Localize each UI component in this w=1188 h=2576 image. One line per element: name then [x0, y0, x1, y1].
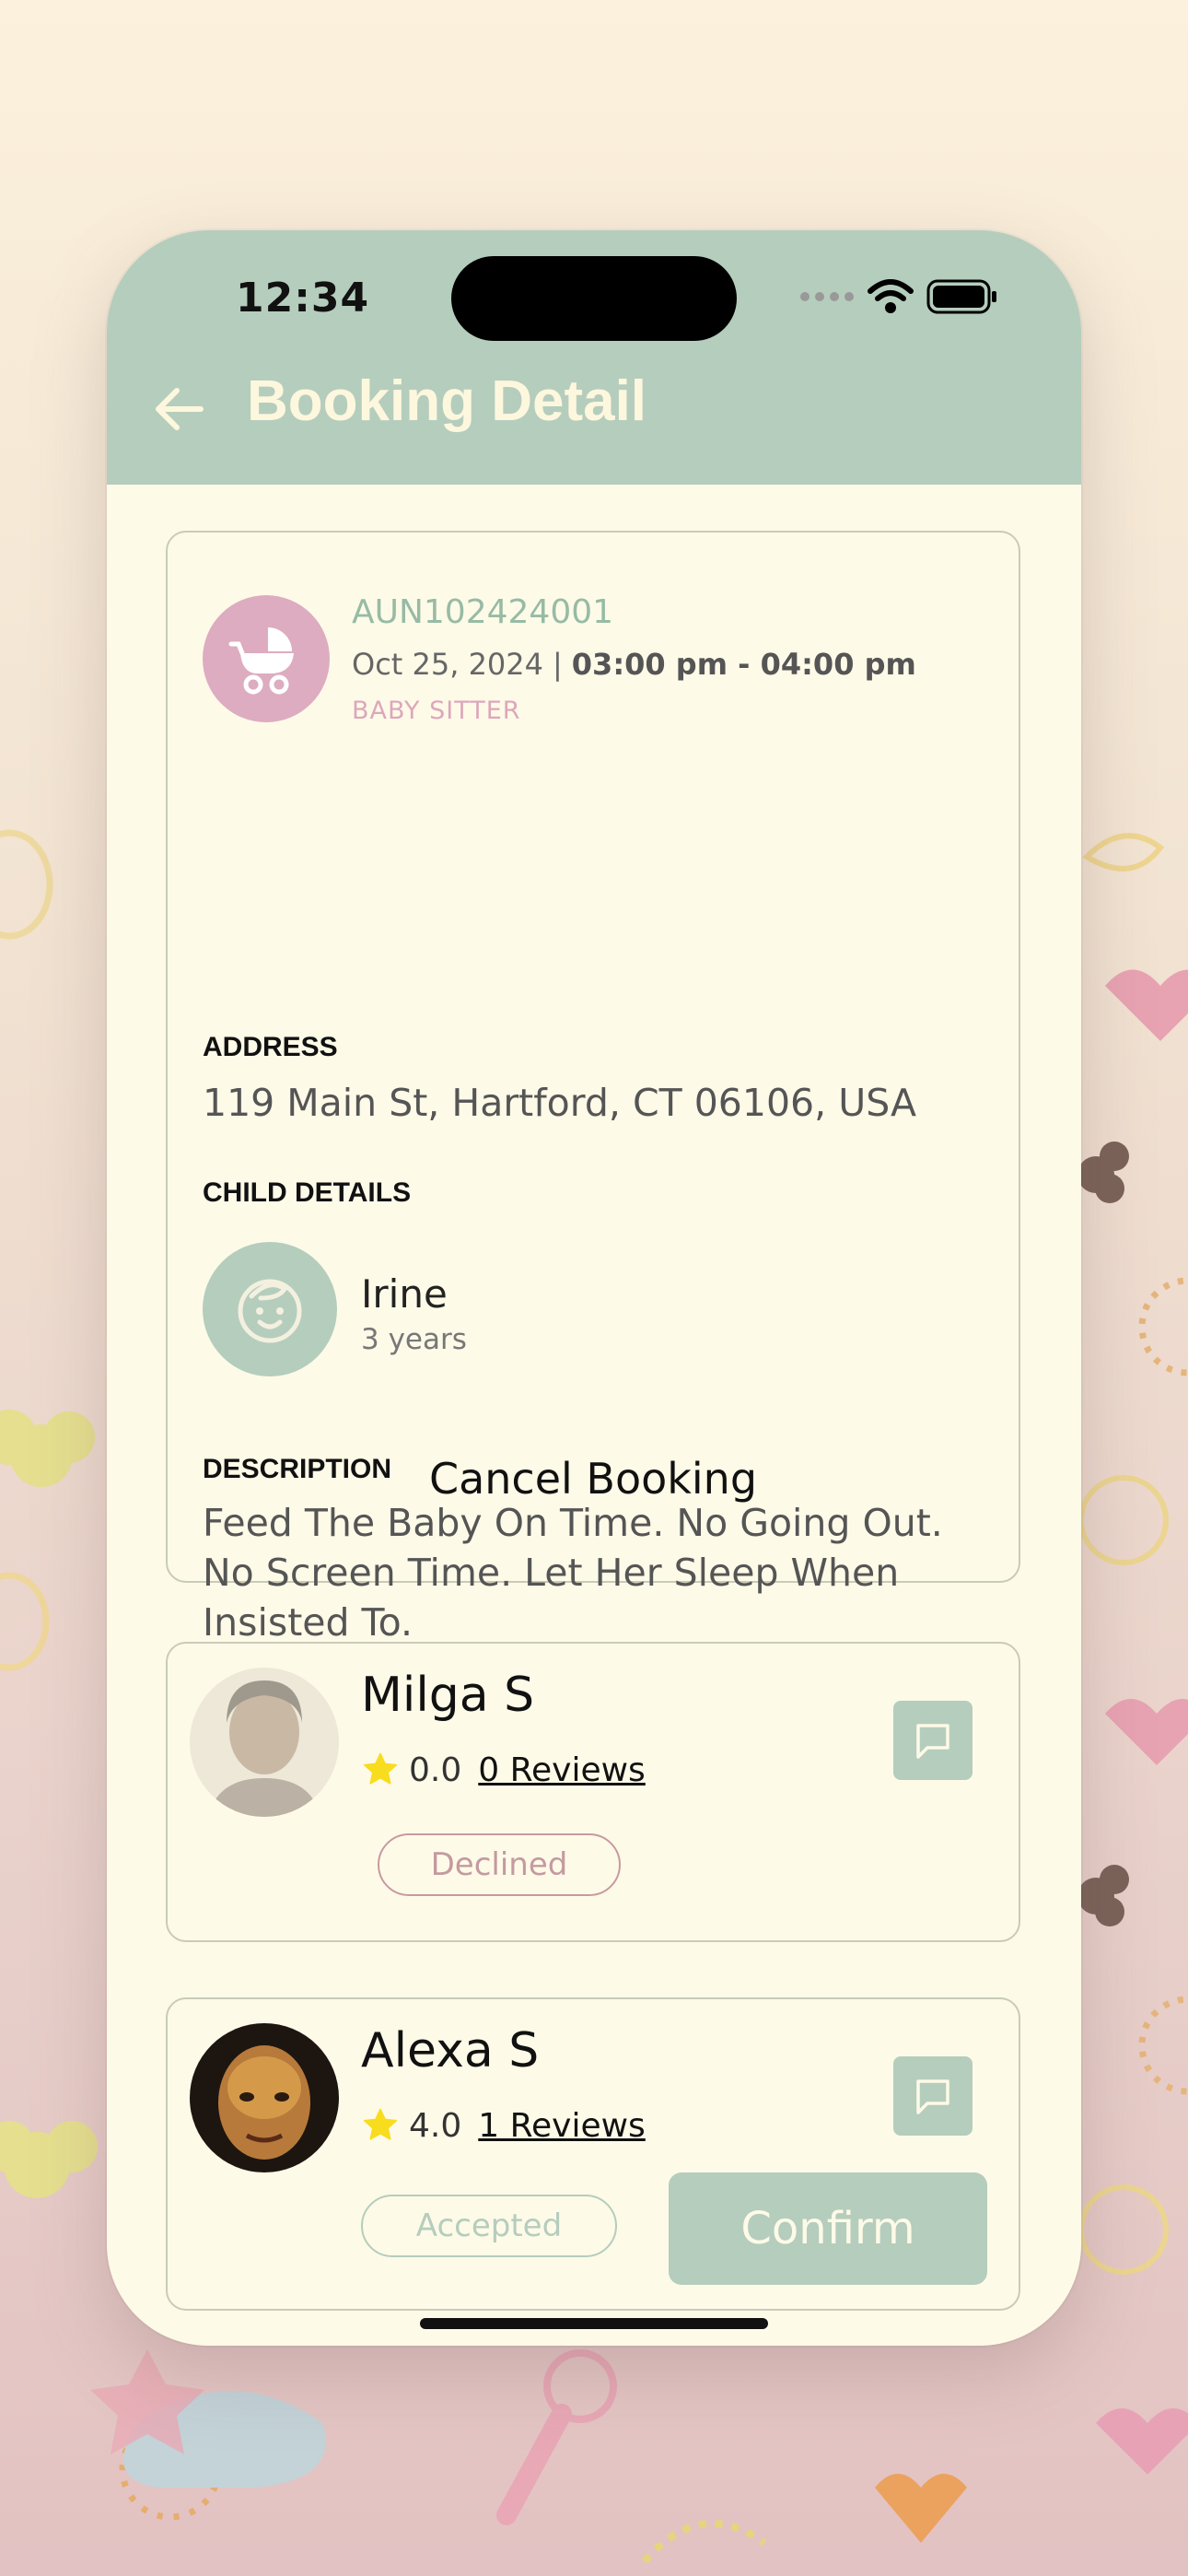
rating-value: 4.0 — [409, 2106, 462, 2145]
rating-row: 0.0 0 Reviews — [361, 1751, 646, 1789]
sitter-card: Alexa S 4.0 1 Reviews Accepted Confirm — [166, 1997, 1020, 2311]
chat-button[interactable] — [893, 1701, 973, 1780]
description-text: Feed The Baby On Time. No Going Out. No … — [203, 1501, 943, 1645]
wifi-icon — [868, 279, 914, 313]
child-name: Irine — [361, 1271, 448, 1317]
booking-id: AUN102424001 — [352, 593, 614, 631]
address-text: 119 Main St, Hartford, CT 06106, USA — [203, 1081, 917, 1125]
child-age: 3 years — [361, 1323, 467, 1356]
sitter-photo — [190, 2023, 339, 2172]
rating-row: 4.0 1 Reviews — [361, 2106, 646, 2145]
back-button[interactable] — [151, 381, 206, 437]
booking-time: 03:00 pm - 04:00 pm — [571, 647, 916, 682]
chat-bubble-icon — [916, 1724, 949, 1759]
smiley-face-icon — [238, 1279, 302, 1343]
address-label: ADDRESS — [203, 1032, 338, 1062]
app-header: 12:34 Booking Detail — [107, 230, 1081, 485]
service-icon-badge — [203, 595, 330, 722]
sitter-avatar — [190, 1668, 339, 1817]
battery-icon — [926, 279, 996, 314]
cancel-booking-button[interactable]: Cancel Booking — [168, 1454, 1019, 1504]
child-avatar — [203, 1242, 337, 1376]
date-time-separator: | — [553, 647, 563, 682]
reviews-link[interactable]: 0 Reviews — [478, 1751, 646, 1789]
booking-detail-card: AUN102424001 Oct 25, 2024 | 03:00 pm - 04:… — [166, 531, 1020, 1645]
home-indicator — [420, 2318, 768, 2329]
signal-icon — [800, 292, 854, 301]
stroller-icon — [228, 627, 294, 695]
status-badge-declined: Declined — [378, 1833, 621, 1896]
phone-screen: 12:34 Booking Detail AUN102424001 Oct 25… — [107, 230, 1081, 2346]
reviews-link[interactable]: 1 Reviews — [478, 2107, 646, 2145]
status-badge-accepted: Accepted — [361, 2195, 617, 2257]
chat-button[interactable] — [893, 2056, 973, 2136]
booking-datetime: Oct 25, 2024 | 03:00 pm - 04:00 pm — [352, 647, 916, 682]
sitter-avatar — [190, 2023, 339, 2172]
sitter-card: Milga S 0.0 0 Reviews Declined — [166, 1642, 1020, 1942]
service-type: BABY SITTER — [352, 697, 521, 725]
child-details-label: CHILD DETAILS — [203, 1177, 412, 1208]
status-time: 12:34 — [236, 275, 370, 322]
sitter-photo — [190, 1668, 339, 1817]
arrow-left-icon — [156, 388, 204, 430]
star-icon — [363, 2108, 398, 2140]
sitter-name: Milga S — [361, 1668, 535, 1723]
dynamic-island — [451, 256, 737, 341]
rating-value: 0.0 — [409, 1751, 462, 1789]
star-icon — [363, 1752, 398, 1785]
confirm-button[interactable]: Confirm — [669, 2172, 987, 2285]
chat-bubble-icon — [916, 2079, 949, 2114]
sitter-name: Alexa S — [361, 2023, 540, 2078]
page-title: Booking Detail — [247, 369, 647, 433]
status-icons — [799, 278, 998, 315]
booking-date: Oct 25, 2024 — [352, 647, 543, 682]
